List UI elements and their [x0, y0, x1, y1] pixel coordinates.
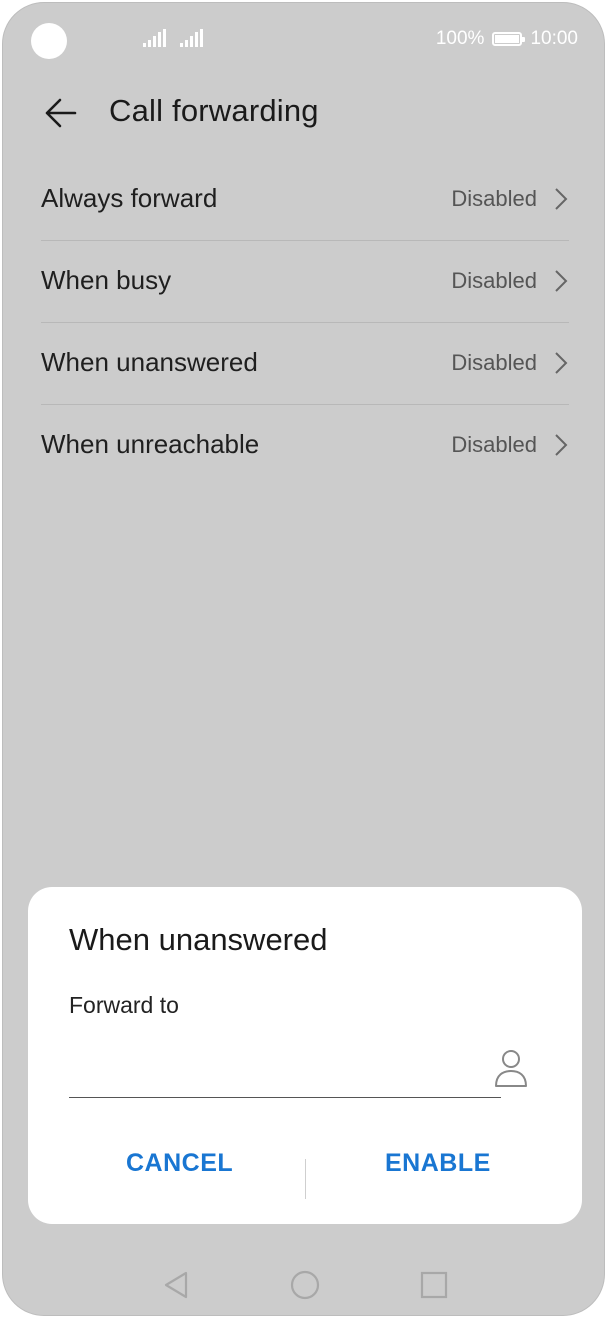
status-right: 100% 10:00	[436, 28, 578, 50]
chevron-right-icon	[553, 350, 569, 376]
list-item-status: Disabled	[451, 350, 537, 375]
battery-icon	[492, 32, 526, 46]
list-item-when-busy[interactable]: When busy Disabled	[41, 241, 569, 323]
list-item-status: Disabled	[451, 432, 537, 457]
camera-cutout	[31, 23, 67, 59]
chevron-right-icon	[553, 432, 569, 458]
status-bar: 100% 10:00	[3, 3, 604, 75]
navigation-bar	[3, 1265, 604, 1315]
back-arrow-icon[interactable]	[41, 93, 81, 133]
forward-to-input[interactable]	[69, 1037, 501, 1098]
clock: 10:00	[530, 28, 578, 49]
recents-square-icon[interactable]	[414, 1265, 454, 1305]
forwarding-options-list: Always forward Disabled When busy Disabl…	[41, 159, 569, 486]
signal-icon	[143, 29, 167, 47]
forwarding-dialog: When unanswered Forward to CANCEL ENABLE	[28, 887, 582, 1224]
list-item-label: Always forward	[41, 183, 218, 213]
dialog-title: When unanswered	[69, 922, 328, 957]
list-item-always-forward[interactable]: Always forward Disabled	[41, 159, 569, 241]
chevron-right-icon	[553, 186, 569, 212]
list-item-when-unreachable[interactable]: When unreachable Disabled	[41, 405, 569, 486]
phone-screen: 100% 10:00 Call forwarding Always forwar…	[2, 2, 605, 1316]
list-item-status: Disabled	[451, 186, 537, 211]
battery-percent: 100%	[435, 28, 485, 49]
cancel-button[interactable]: CANCEL	[126, 1149, 233, 1178]
list-item-label: When busy	[41, 265, 172, 295]
button-divider	[305, 1159, 306, 1199]
chevron-right-icon	[553, 268, 569, 294]
signal-icon	[180, 29, 204, 47]
back-triangle-icon[interactable]	[156, 1265, 196, 1305]
list-item-label: When unreachable	[41, 429, 260, 459]
list-item-when-unanswered[interactable]: When unanswered Disabled	[41, 323, 569, 405]
page-title: Call forwarding	[109, 93, 319, 128]
list-item-status: Disabled	[451, 268, 537, 293]
home-circle-icon[interactable]	[285, 1265, 325, 1305]
enable-button[interactable]: ENABLE	[385, 1149, 491, 1178]
app-header: Call forwarding	[3, 83, 604, 143]
forward-to-label: Forward to	[69, 992, 179, 1018]
contact-icon[interactable]	[492, 1047, 530, 1089]
list-item-label: When unanswered	[41, 347, 258, 377]
